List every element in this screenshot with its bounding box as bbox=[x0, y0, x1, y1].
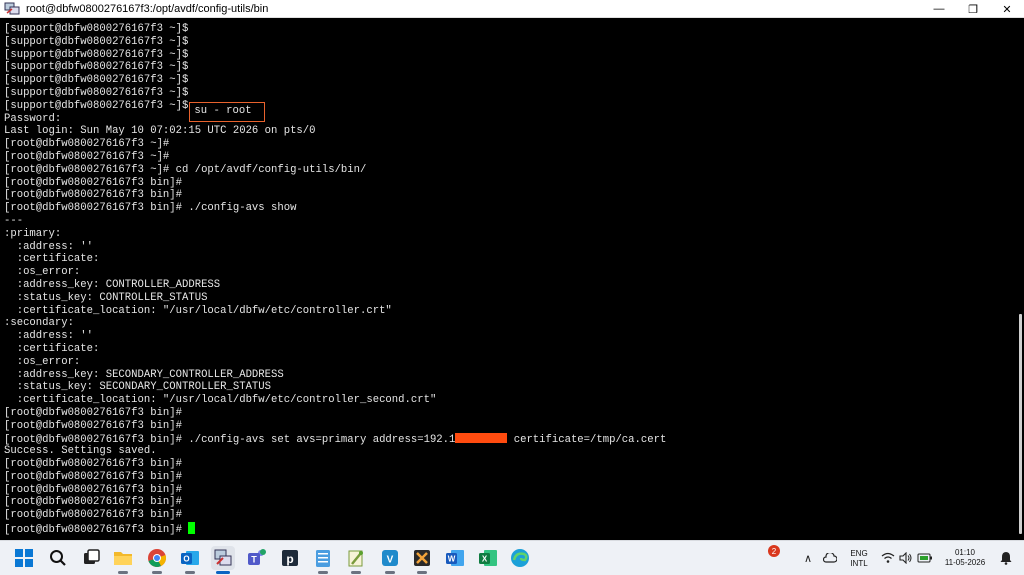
window-title-bar: root@dbfw0800276167f3:/opt/avdf/config-u… bbox=[0, 0, 1024, 18]
svg-text:T: T bbox=[251, 555, 257, 565]
notification-bell-icon[interactable] bbox=[998, 550, 1014, 566]
terminal-line: --- bbox=[4, 214, 24, 227]
terminal-line: :address: '' bbox=[4, 330, 94, 343]
terminal-line: :address_key: CONTROLLER_ADDRESS bbox=[4, 278, 221, 291]
terminal-line: :primary: bbox=[4, 227, 62, 240]
terminal-prompt: [support@dbfw0800276167f3 ~]$ bbox=[4, 99, 189, 112]
terminal-line: [root@dbfw0800276167f3 ~]# bbox=[4, 150, 170, 163]
chrome-icon[interactable] bbox=[145, 546, 169, 574]
window-title: root@dbfw0800276167f3:/opt/avdf/config-u… bbox=[26, 2, 269, 15]
teams-icon[interactable]: T bbox=[245, 546, 269, 570]
terminal-line: [root@dbfw0800276167f3 bin]# bbox=[4, 458, 183, 471]
notification-count-badge: 2 bbox=[768, 545, 780, 557]
terminal-line: [support@dbfw0800276167f3 ~]$ bbox=[4, 61, 189, 74]
edge-icon[interactable] bbox=[508, 546, 532, 570]
volume-icon[interactable] bbox=[898, 550, 914, 566]
terminal-line: [support@dbfw0800276167f3 ~]$ bbox=[4, 74, 189, 87]
notepad-icon[interactable] bbox=[311, 546, 335, 574]
svg-text:O: O bbox=[183, 555, 189, 564]
set-command-suffix: certificate=/tmp/ca.cert bbox=[507, 433, 667, 446]
excel-icon[interactable]: X bbox=[476, 546, 500, 570]
terminal-line: :certificate: bbox=[4, 342, 100, 355]
terminal-line: [support@dbfw0800276167f3 ~]$ bbox=[4, 48, 189, 61]
terminal-cursor bbox=[188, 522, 196, 535]
terminal-prompt: [root@dbfw0800276167f3 bin]# bbox=[4, 524, 183, 537]
outlook-icon[interactable]: O bbox=[178, 546, 202, 574]
clock[interactable]: 01:10 11-05-2026 bbox=[940, 548, 990, 568]
close-button[interactable]: ✕ bbox=[990, 0, 1024, 18]
keyboard-layout: INTL bbox=[850, 559, 868, 568]
chevron-up-icon[interactable]: ∧ bbox=[800, 550, 816, 566]
terminal-line: :certificate_location: "/usr/local/dbfw/… bbox=[4, 304, 392, 317]
terminal-line: [root@dbfw0800276167f3 bin]# bbox=[4, 419, 183, 432]
terminal-line: :status_key: SECONDARY_CONTROLLER_STATUS bbox=[4, 381, 272, 394]
p-app-icon[interactable]: p bbox=[278, 546, 302, 570]
terminal-line: [root@dbfw0800276167f3 ~]# cd /opt/avdf/… bbox=[4, 163, 367, 176]
terminal-line: [support@dbfw0800276167f3 ~]$ bbox=[4, 35, 189, 48]
windows-taskbar: O T p V W X 2 ∧ ENG INTL 01:10 11-05-202… bbox=[0, 540, 1024, 575]
clock-time: 01:10 bbox=[954, 548, 976, 557]
terminal-line: Success. Settings saved. bbox=[4, 445, 157, 458]
notepad-plus-plus-icon[interactable] bbox=[344, 546, 368, 574]
terminal-line: [root@dbfw0800276167f3 bin]# bbox=[4, 509, 183, 522]
set-command-prefix: [root@dbfw0800276167f3 bin]# ./config-av… bbox=[4, 433, 456, 446]
terminal-line: [root@dbfw0800276167f3 bin]# bbox=[4, 470, 183, 483]
terminal-line: :address: '' bbox=[4, 240, 94, 253]
task-view-icon[interactable] bbox=[80, 546, 104, 570]
vs-app-icon[interactable]: V bbox=[378, 546, 402, 574]
terminal-line: [root@dbfw0800276167f3 bin]# bbox=[4, 406, 183, 419]
snipping-app-icon[interactable] bbox=[410, 546, 434, 574]
putty-window-icon[interactable] bbox=[4, 2, 20, 16]
terminal-line: :secondary: bbox=[4, 317, 74, 330]
terminal-line: [root@dbfw0800276167f3 bin]# bbox=[4, 483, 183, 496]
minimize-button[interactable]: — bbox=[922, 0, 956, 18]
svg-text:W: W bbox=[448, 555, 456, 564]
redacted-ip-block bbox=[455, 432, 508, 443]
file-explorer-icon[interactable] bbox=[111, 546, 135, 574]
terminal-line: [support@dbfw0800276167f3 ~]$ bbox=[4, 23, 189, 35]
scrollbar-thumb[interactable] bbox=[1019, 314, 1022, 534]
terminal-line: [root@dbfw0800276167f3 bin]# bbox=[4, 176, 183, 189]
current-prompt-line: [root@dbfw0800276167f3 bin]# bbox=[4, 522, 1016, 537]
terminal-line: :os_error: bbox=[4, 266, 81, 279]
terminal-line: [root@dbfw0800276167f3 bin]# bbox=[4, 189, 183, 202]
language-indicator[interactable]: ENG INTL bbox=[846, 549, 872, 569]
wifi-icon[interactable] bbox=[880, 550, 896, 566]
language-code: ENG bbox=[850, 549, 868, 558]
terminal-line: Password: bbox=[4, 112, 62, 125]
terminal-line: [root@dbfw0800276167f3 bin]# bbox=[4, 496, 183, 509]
maximize-button[interactable]: ❐ bbox=[956, 0, 990, 18]
terminal-scrollbar[interactable] bbox=[1016, 19, 1024, 540]
terminal-line: [support@dbfw0800276167f3 ~]$ bbox=[4, 86, 189, 99]
highlighted-su-command: su - root bbox=[189, 101, 265, 122]
cloud-icon[interactable] bbox=[822, 550, 838, 566]
terminal-line: :certificate: bbox=[4, 253, 100, 266]
terminal-output[interactable]: [support@dbfw0800276167f3 ~]$ [support@db… bbox=[0, 19, 1016, 540]
su-command-line: [support@dbfw0800276167f3 ~]$ su - root bbox=[4, 99, 1016, 122]
terminal-line: :os_error: bbox=[4, 355, 81, 368]
terminal-line: :address_key: SECONDARY_CONTROLLER_ADDRE… bbox=[4, 368, 284, 381]
terminal-line: :certificate_location: "/usr/local/dbfw/… bbox=[4, 394, 437, 407]
svg-text:X: X bbox=[482, 555, 488, 564]
svg-text:V: V bbox=[387, 555, 394, 566]
terminal-line: [root@dbfw0800276167f3 ~]# bbox=[4, 138, 170, 151]
config-set-command-line: [root@dbfw0800276167f3 bin]# ./config-av… bbox=[4, 432, 1016, 446]
svg-text:p: p bbox=[286, 552, 293, 566]
word-icon[interactable]: W bbox=[443, 546, 467, 570]
terminal-line: [root@dbfw0800276167f3 bin]# ./config-av… bbox=[4, 202, 297, 215]
search-icon[interactable] bbox=[46, 546, 70, 570]
putty-icon[interactable] bbox=[211, 546, 235, 574]
clock-date: 11-05-2026 bbox=[944, 558, 986, 567]
windows-start-icon[interactable] bbox=[12, 546, 36, 570]
terminal-line: :status_key: CONTROLLER_STATUS bbox=[4, 291, 208, 304]
terminal-line: Last login: Sun May 10 07:02:15 UTC 2026… bbox=[4, 125, 316, 138]
battery-icon[interactable] bbox=[917, 550, 933, 566]
